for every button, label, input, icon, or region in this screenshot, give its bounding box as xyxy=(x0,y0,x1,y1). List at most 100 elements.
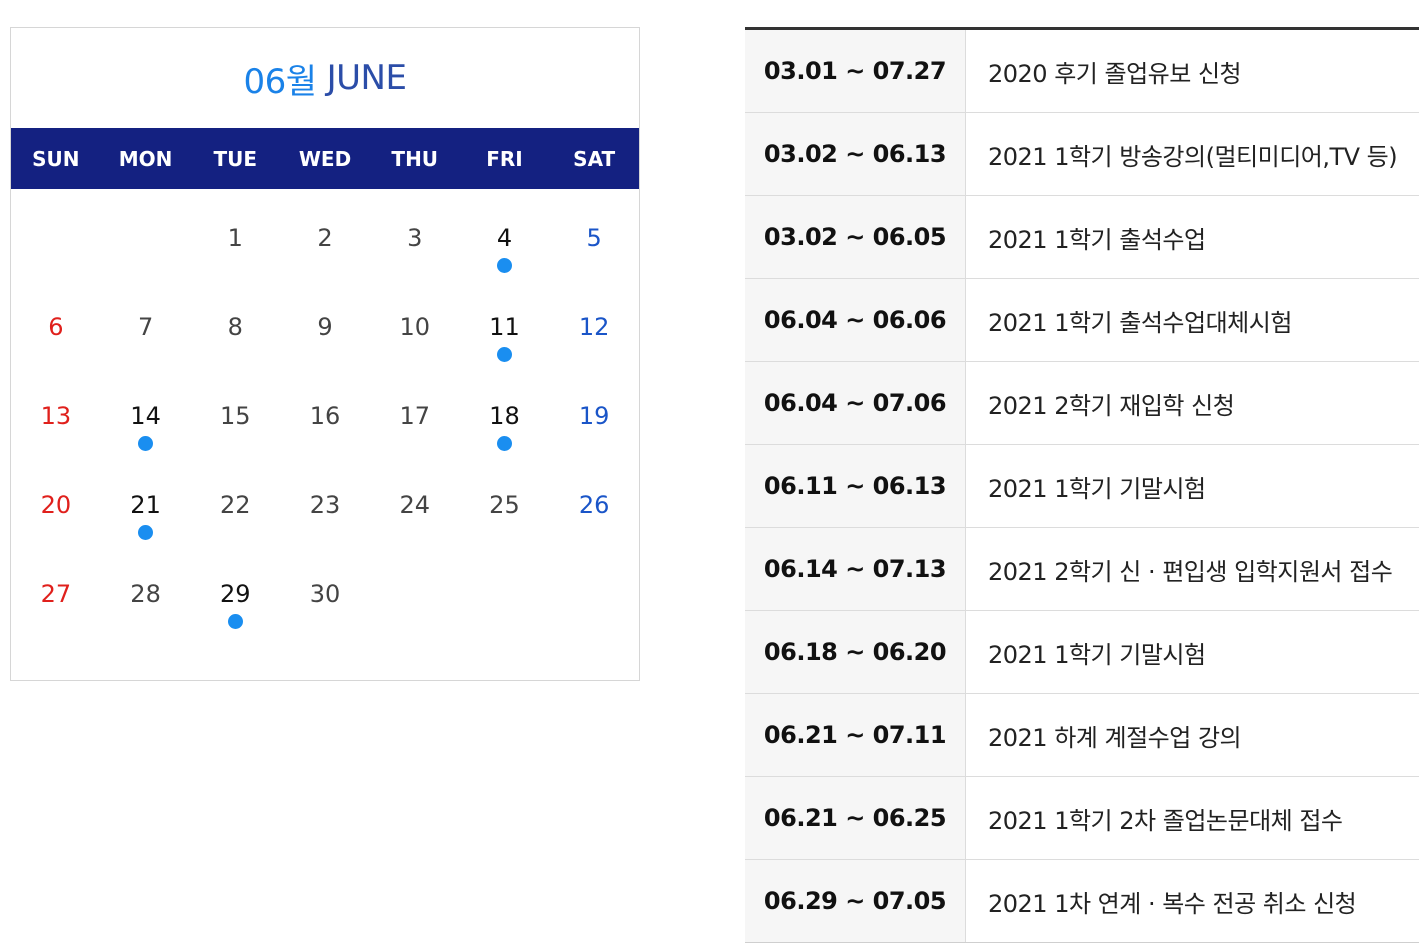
calendar-day[interactable]: 10 xyxy=(370,290,460,379)
calendar-day-number: 18 xyxy=(489,402,520,430)
schedule-table: 03.01 ~ 07.27 2020 후기 졸업유보 신청 03.02 ~ 06.1… xyxy=(745,27,1419,943)
calendar-day[interactable]: 25 xyxy=(460,468,550,557)
schedule-row: 06.04 ~ 07.06 2021 2학기 재입학 신청 xyxy=(745,362,1419,445)
event-dot-icon[interactable] xyxy=(138,525,154,540)
calendar-month-number: 06월 xyxy=(243,61,318,102)
calendar-month-name: JUNE xyxy=(326,58,407,98)
event-dot-icon[interactable] xyxy=(496,258,512,273)
weekday-sun: SUN xyxy=(32,146,80,171)
calendar-day[interactable]: 18 xyxy=(460,379,550,468)
weekday-wed: WED xyxy=(298,146,352,171)
calendar-day[interactable]: 26 xyxy=(549,468,639,557)
schedule-date-range: 06.04 ~ 06.06 xyxy=(745,279,966,361)
schedule-event-title: 2021 하계 계절수업 강의 xyxy=(988,723,1242,752)
schedule-row: 06.29 ~ 07.05 2021 1차 연계 · 복수 전공 취소 신청 xyxy=(745,860,1419,943)
calendar-day-number: 25 xyxy=(489,491,520,519)
schedule-date-range: 03.02 ~ 06.13 xyxy=(745,113,966,195)
calendar-week: 1 2 3 4 5 xyxy=(11,201,639,290)
calendar-day-number: 19 xyxy=(578,402,610,430)
calendar-day-number: 20 xyxy=(40,491,72,519)
schedule-event-title: 2021 1학기 방송강의(멀티미디어,TV 등) xyxy=(988,142,1398,171)
event-dot-icon[interactable] xyxy=(227,614,243,629)
calendar-day[interactable]: 23 xyxy=(280,468,370,557)
weekday-fri: FRI xyxy=(486,146,523,171)
calendar-day[interactable]: 1 xyxy=(190,201,280,290)
calendar-day xyxy=(370,557,460,653)
schedule-row: 06.11 ~ 06.13 2021 1학기 기말시험 xyxy=(745,445,1419,528)
schedule-event-title: 2021 1학기 기말시험 xyxy=(988,474,1206,503)
calendar-grid: 1 2 3 4 5 6 7 8 9 10 11 12 13 14 15 16 17 18 19 20 21 22 23 24 2… xyxy=(11,189,639,653)
weekday-mon: MON xyxy=(118,146,173,171)
calendar-week: 13 14 15 16 17 18 19 xyxy=(11,379,639,468)
calendar-day[interactable]: 14 xyxy=(101,379,191,468)
calendar-day[interactable]: 22 xyxy=(190,468,280,557)
calendar-day[interactable]: 6 xyxy=(11,290,101,379)
calendar-day[interactable]: 9 xyxy=(280,290,370,379)
weekday-sat: SAT xyxy=(573,146,616,171)
calendar-day[interactable]: 3 xyxy=(370,201,460,290)
schedule-event-title: 2021 1학기 출석수업대체시험 xyxy=(988,308,1292,337)
calendar-day[interactable]: 4 xyxy=(460,201,550,290)
calendar-day-number: 15 xyxy=(220,402,251,430)
calendar-day-number: 6 xyxy=(48,313,64,341)
weekday-thu: THU xyxy=(391,146,439,171)
calendar-day-number: 4 xyxy=(496,224,513,252)
calendar-day-number: 28 xyxy=(130,580,161,608)
calendar-day-number: 11 xyxy=(489,313,520,341)
calendar-day[interactable]: 15 xyxy=(190,379,280,468)
event-dot-icon[interactable] xyxy=(138,436,154,451)
schedule-row: 03.02 ~ 06.05 2021 1학기 출석수업 xyxy=(745,196,1419,279)
calendar-day[interactable]: 19 xyxy=(549,379,639,468)
calendar-day[interactable]: 12 xyxy=(549,290,639,379)
calendar-day[interactable]: 8 xyxy=(190,290,280,379)
schedule-date-range: 06.29 ~ 07.05 xyxy=(745,860,966,942)
calendar-day-number: 7 xyxy=(137,313,154,341)
schedule-event-title: 2021 1학기 2차 졸업논문대체 접수 xyxy=(988,806,1343,835)
schedule-row: 03.02 ~ 06.13 2021 1학기 방송강의(멀티미디어,TV 등) xyxy=(745,113,1419,196)
schedule-row: 06.21 ~ 06.25 2021 1학기 2차 졸업논문대체 접수 xyxy=(745,777,1419,860)
schedule-event-title: 2021 1차 연계 · 복수 전공 취소 신청 xyxy=(988,889,1357,918)
schedule-row: 06.21 ~ 07.11 2021 하계 계절수업 강의 xyxy=(745,694,1419,777)
calendar-day[interactable]: 27 xyxy=(11,557,101,653)
calendar-day[interactable]: 24 xyxy=(370,468,460,557)
calendar-day[interactable]: 21 xyxy=(101,468,191,557)
calendar-week: 27 28 29 30 xyxy=(11,557,639,653)
schedule-row: 06.04 ~ 06.06 2021 1학기 출석수업대체시험 xyxy=(745,279,1419,362)
schedule-row: 03.01 ~ 07.27 2020 후기 졸업유보 신청 xyxy=(745,30,1419,113)
calendar-day-number: 30 xyxy=(309,580,341,608)
calendar-day[interactable]: 29 xyxy=(190,557,280,653)
calendar-day-number: 16 xyxy=(309,402,341,430)
schedule-row: 06.18 ~ 06.20 2021 1학기 기말시험 xyxy=(745,611,1419,694)
calendar-day[interactable]: 17 xyxy=(370,379,460,468)
schedule-date-range: 06.04 ~ 07.06 xyxy=(745,362,966,444)
calendar-day xyxy=(11,201,101,290)
calendar-day[interactable]: 11 xyxy=(460,290,550,379)
calendar-day-number: 8 xyxy=(227,313,243,341)
weekday-tue: TUE xyxy=(213,146,258,171)
calendar-day-number: 24 xyxy=(399,491,430,519)
schedule-date-range: 03.02 ~ 06.05 xyxy=(745,196,966,278)
calendar-day[interactable]: 30 xyxy=(280,557,370,653)
calendar-day-number: 23 xyxy=(309,491,341,519)
calendar-week: 20 21 22 23 24 25 26 xyxy=(11,468,639,557)
calendar-day-number: 2 xyxy=(317,224,333,252)
calendar-week: 6 7 8 9 10 11 12 xyxy=(11,290,639,379)
calendar-day-number: 10 xyxy=(399,313,430,341)
calendar-day-number: 1 xyxy=(227,224,243,252)
calendar-day[interactable]: 28 xyxy=(101,557,191,653)
calendar-day[interactable]: 13 xyxy=(11,379,101,468)
calendar-day[interactable]: 16 xyxy=(280,379,370,468)
calendar-day xyxy=(460,557,550,653)
schedule-date-range: 06.21 ~ 06.25 xyxy=(745,777,966,859)
calendar-day[interactable]: 5 xyxy=(549,201,639,290)
calendar-day-number: 17 xyxy=(399,402,430,430)
event-dot-icon[interactable] xyxy=(496,436,512,451)
calendar-day-number: 21 xyxy=(130,491,161,519)
schedule-date-range: 03.01 ~ 07.27 xyxy=(745,30,966,112)
calendar-day[interactable]: 2 xyxy=(280,201,370,290)
schedule-date-range: 06.14 ~ 07.13 xyxy=(745,528,966,610)
event-dot-icon[interactable] xyxy=(496,347,512,362)
calendar-day[interactable]: 20 xyxy=(11,468,101,557)
calendar-day[interactable]: 7 xyxy=(101,290,191,379)
calendar-day-number: 5 xyxy=(586,224,602,252)
